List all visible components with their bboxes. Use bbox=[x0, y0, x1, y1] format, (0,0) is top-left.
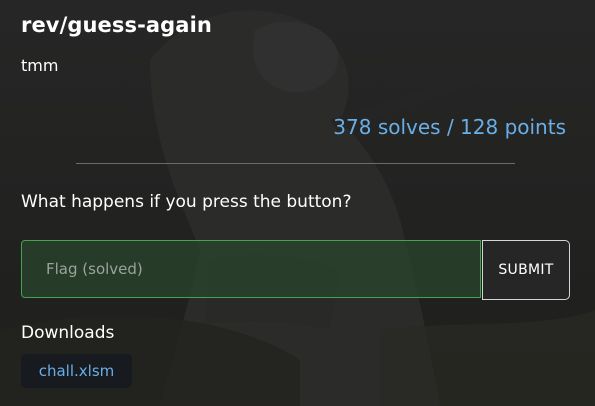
downloads-label: Downloads bbox=[21, 323, 115, 343]
flag-input[interactable] bbox=[21, 240, 481, 298]
solves-points: 378 solves / 128 points bbox=[333, 115, 566, 139]
challenge-author: tmm bbox=[21, 56, 59, 75]
submit-button[interactable]: SUBMIT bbox=[482, 240, 570, 300]
challenge-description: What happens if you press the button? bbox=[21, 192, 352, 212]
challenge-title: rev/guess-again bbox=[21, 13, 212, 37]
challenge-card: rev/guess-again tmm 378 solves / 128 poi… bbox=[0, 0, 595, 406]
download-file-chall-xlsm[interactable]: chall.xlsm bbox=[21, 354, 132, 388]
divider bbox=[76, 163, 515, 164]
